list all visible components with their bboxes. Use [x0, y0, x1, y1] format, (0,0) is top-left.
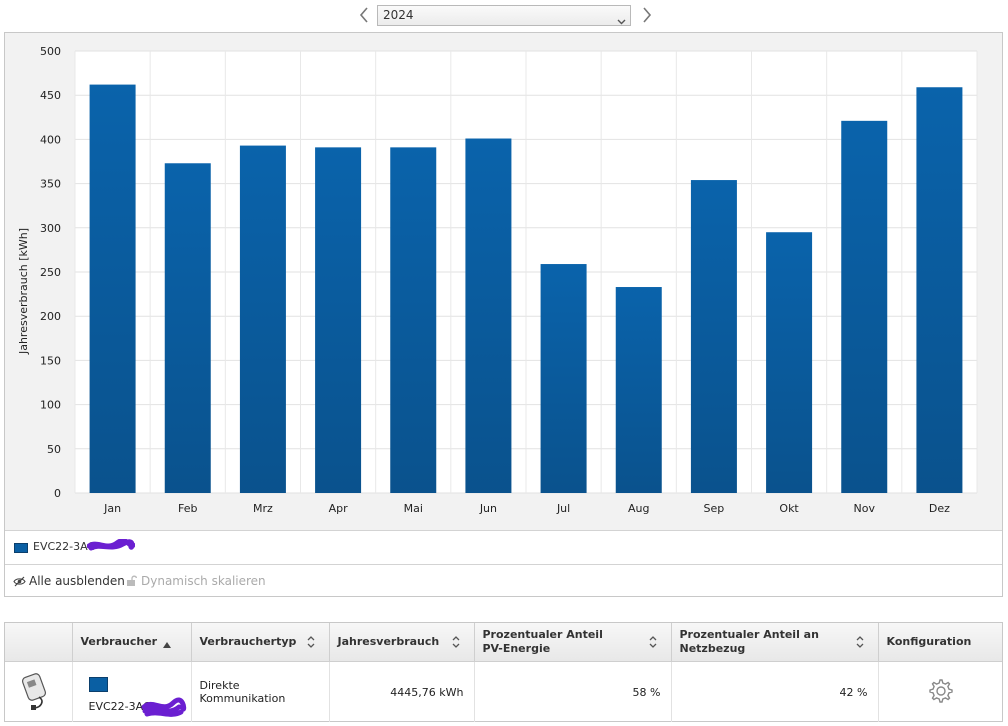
header-grid-share-label: Prozentualer Anteil an Netzbezug — [679, 628, 819, 655]
x-tick-label: Apr — [329, 502, 349, 515]
year-select[interactable]: 2024 — [377, 5, 631, 26]
row-annual: 4445,76 kWh — [329, 661, 475, 722]
consumer-table: Verbraucher Verbrauchertyp Jahresverbrau… — [4, 622, 1003, 722]
bar-mrz[interactable] — [239, 145, 286, 493]
dynamic-scale-button[interactable]: Dynamisch skalieren — [126, 574, 266, 590]
header-config: Konfiguration — [878, 623, 1002, 662]
year-selector-bar: 2024 — [0, 0, 1008, 32]
sort-icon[interactable] — [307, 636, 315, 652]
sort-icon[interactable] — [452, 636, 460, 652]
bar-chart: 0 50 100 150 200 250 300 350 400 450 500 Jan Feb Mrz A… — [17, 45, 978, 515]
year-select-value: 2024 — [383, 8, 414, 22]
y-axis-label: Jahresverbrauch [kWh] — [17, 228, 30, 355]
bar-dez[interactable] — [916, 87, 963, 493]
x-tick-label: Dez — [929, 502, 950, 515]
row-color-swatch — [88, 677, 108, 692]
y-tick-label: 100 — [40, 399, 61, 412]
dynamic-scale-label: Dynamisch skalieren — [141, 574, 266, 588]
chart-actions: Alle ausblenden Dynamisch skalieren — [5, 564, 1002, 596]
eye-slash-icon — [13, 576, 26, 590]
header-consumer-type-label: Verbrauchertyp — [199, 635, 297, 648]
y-tick-label: 50 — [47, 443, 61, 456]
chevron-left-icon[interactable] — [357, 5, 371, 25]
chart-panel: 0 50 100 150 200 250 300 350 400 450 500 Jan Feb Mrz A… — [4, 32, 1003, 597]
header-consumer-type[interactable]: Verbrauchertyp — [191, 623, 330, 662]
header-annual-label: Jahresverbrauch — [337, 635, 440, 648]
bar-sep[interactable] — [690, 180, 737, 493]
header-pv-share-label: Prozentualer Anteil PV-Energie — [482, 628, 603, 655]
y-tick-label: 250 — [40, 266, 61, 279]
legend: EVC22-3AC — [5, 530, 1002, 565]
table-header-row: Verbraucher Verbrauchertyp Jahresverbrau… — [5, 623, 1002, 662]
header-config-label: Konfiguration — [886, 635, 972, 648]
gear-icon[interactable] — [926, 678, 954, 708]
hide-all-label: Alle ausblenden — [29, 574, 125, 588]
x-tick-label: Sep — [704, 502, 725, 515]
bar-mai[interactable] — [390, 147, 437, 493]
y-tick-label: 200 — [40, 310, 61, 323]
redaction-scribble — [141, 697, 186, 717]
x-tick-label: Mai — [404, 502, 423, 515]
x-tick-label: Nov — [854, 502, 876, 515]
y-tick-label: 450 — [40, 89, 61, 102]
row-grid-share: 42 % — [671, 661, 879, 722]
sort-icon[interactable] — [649, 636, 657, 652]
sort-asc-icon[interactable] — [162, 638, 171, 652]
y-tick-label: 300 — [40, 222, 61, 235]
header-consumer-label: Verbraucher — [80, 635, 158, 648]
header-annual[interactable]: Jahresverbrauch — [329, 623, 475, 662]
bar-feb[interactable] — [164, 163, 211, 493]
y-tick-label: 150 — [40, 354, 61, 367]
y-tick-label: 500 — [40, 45, 61, 58]
bar-aug[interactable] — [615, 287, 662, 493]
bar-nov[interactable] — [841, 120, 888, 493]
y-tick-label: 350 — [40, 178, 61, 191]
header-grid-share[interactable]: Prozentualer Anteil an Netzbezug — [671, 623, 879, 662]
chevron-right-icon[interactable] — [640, 5, 654, 25]
x-tick-label: Jul — [556, 502, 570, 515]
x-tick-label: Aug — [628, 502, 649, 515]
bar-jul[interactable] — [540, 264, 587, 493]
x-tick-label: Jun — [479, 502, 497, 515]
bar-jan[interactable] — [89, 84, 136, 494]
legend-entry-label[interactable]: EVC22-3AC — [33, 540, 95, 553]
x-tick-label: Mrz — [253, 502, 273, 515]
header-consumer[interactable]: Verbraucher — [72, 623, 192, 662]
x-tick-label: Okt — [779, 502, 799, 515]
table-row[interactable]: EVC22-3AC Direkte Kommunikation 4445,76 … — [5, 661, 1002, 723]
sort-icon[interactable] — [856, 636, 864, 652]
redaction-scribble — [87, 539, 135, 551]
plot-area: 0 50 100 150 200 250 300 350 400 450 500 Jan Feb Mrz A… — [5, 33, 1002, 530]
header-pv-share[interactable]: Prozentualer Anteil PV-Energie — [474, 623, 672, 662]
bar-jun[interactable] — [465, 138, 512, 493]
row-icon-cell — [5, 661, 73, 722]
legend-swatch[interactable] — [14, 543, 28, 553]
row-config-cell — [878, 662, 1002, 723]
y-tick-label: 0 — [54, 487, 61, 500]
row-consumer-cell: EVC22-3AC — [72, 661, 192, 722]
x-tick-label: Feb — [178, 502, 197, 515]
row-pv-share: 58 % — [474, 661, 672, 722]
bar-okt[interactable] — [766, 232, 813, 493]
wallbox-charger-icon — [19, 672, 53, 714]
hide-all-button[interactable]: Alle ausblenden — [13, 574, 125, 590]
y-tick-label: 400 — [40, 133, 61, 146]
chevron-down-icon — [617, 12, 626, 31]
header-icon — [5, 623, 73, 662]
unlock-icon — [126, 575, 138, 590]
bar-apr[interactable] — [315, 147, 362, 493]
row-consumer-type: Direkte Kommunikation — [191, 661, 330, 722]
x-tick-label: Jan — [103, 502, 121, 515]
